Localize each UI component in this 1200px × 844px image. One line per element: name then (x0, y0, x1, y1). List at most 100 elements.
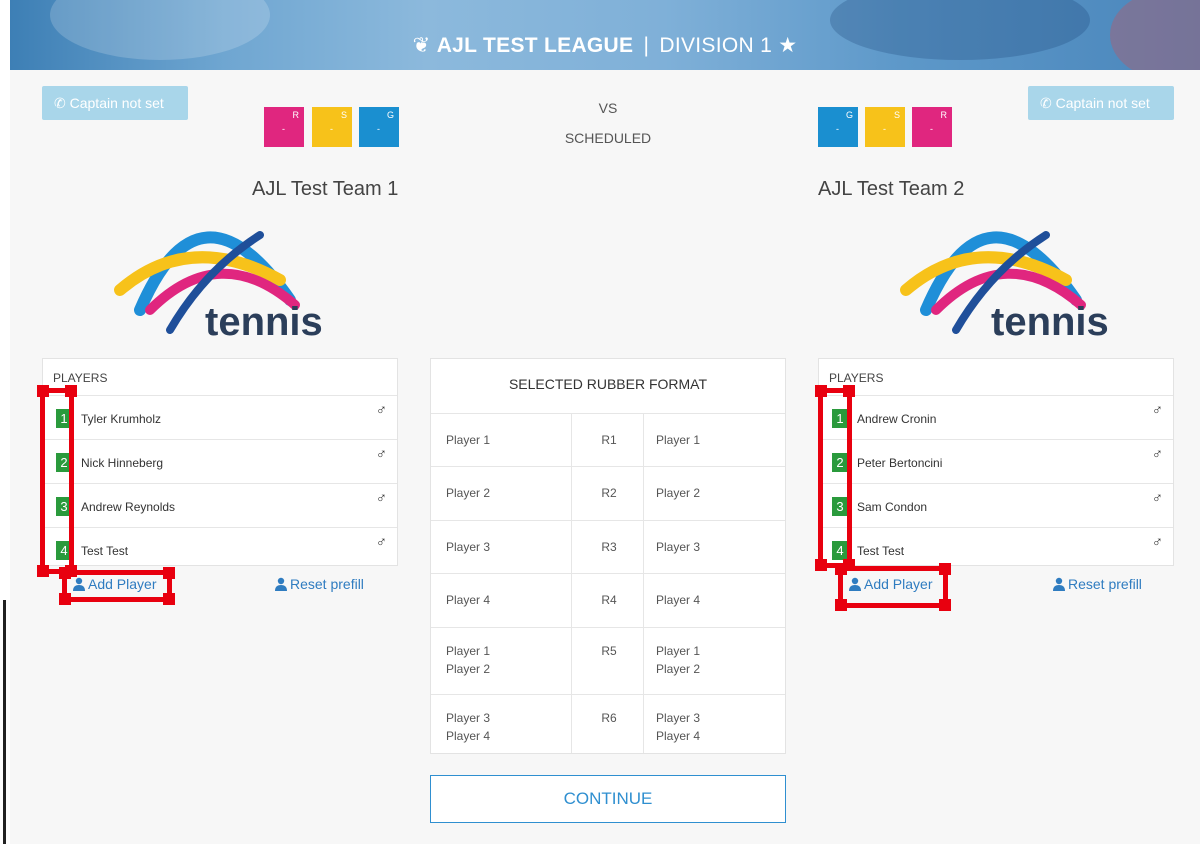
rubber-code: R5 (601, 644, 617, 658)
reset-prefill-label: Reset prefill (290, 576, 364, 592)
home-player-cell: Player 1 Player 2 (446, 644, 491, 676)
annotation-highlight (37, 385, 77, 577)
match-page: ❦ AJL TEST LEAGUE | DIVISION 1 ★ ✆ Capta… (10, 0, 1200, 844)
tennis-logo: tennis (114, 231, 323, 340)
player-row[interactable]: 3 Andrew Reynolds ♂ (43, 484, 397, 528)
league-name: AJL TEST LEAGUE (436, 34, 634, 57)
home-team-name: AJL Test Team 1 (252, 178, 399, 200)
rating-letter: R (292, 110, 300, 120)
away-player-cell: Player 1 (656, 433, 701, 447)
continue-button[interactable]: CONTINUE (430, 775, 786, 823)
rating-value: - (883, 124, 886, 134)
left-edge (0, 0, 10, 844)
rubber-row: Player 4 R4 Player 4 (431, 574, 785, 628)
player-name: Tyler Krumholz (81, 412, 162, 426)
rubber-code: R1 (601, 433, 617, 447)
phone-icon: ✆ (54, 95, 66, 111)
rating-value: - (377, 124, 380, 134)
male-icon: ♂ (1151, 402, 1163, 419)
player-row[interactable]: 2 Peter Bertoncini ♂ (819, 440, 1173, 484)
away-reset-prefill-link[interactable]: Reset prefill (1052, 576, 1142, 592)
header-banner: ❦ AJL TEST LEAGUE | DIVISION 1 ★ (10, 0, 1200, 70)
rating-value: - (330, 124, 333, 134)
male-icon: ♂ (375, 534, 387, 551)
title-separator: | (643, 34, 650, 57)
edge-bar (3, 600, 6, 844)
annotation-highlight (815, 385, 855, 571)
rating-letter: S (893, 110, 900, 120)
star-icon: ★ (778, 34, 798, 57)
players-header: PLAYERS (43, 359, 397, 396)
away-rating-s: S - (865, 107, 905, 147)
home-rating-g: G - (359, 107, 399, 147)
home-players-panel: PLAYERS 1 Tyler Krumholz ♂ 2 Nick Hinneb… (42, 358, 398, 566)
rubber-row: Player 3 R3 Player 3 (431, 521, 785, 574)
away-player-cell: Player 1 Player 2 (656, 644, 701, 676)
home-rating-r: R - (264, 107, 304, 147)
player-name: Test Test (81, 544, 129, 558)
away-player-cell: Player 3 Player 4 (656, 711, 701, 743)
male-icon: ♂ (375, 402, 387, 419)
vs-label: VS (598, 100, 618, 116)
player-name: Peter Bertoncini (857, 456, 943, 470)
player-row[interactable]: 2 Nick Hinneberg ♂ (43, 440, 397, 484)
male-icon: ♂ (375, 490, 387, 507)
home-player-cell: Player 2 (446, 486, 491, 500)
user-icon (1053, 577, 1065, 591)
away-rating-r: R - (912, 107, 952, 147)
rubber-code: R3 (601, 540, 617, 554)
rubber-row: Player 1 Player 2 R5 Player 1 Player 2 (431, 628, 785, 695)
annotation-highlight (59, 567, 175, 605)
male-icon: ♂ (1151, 534, 1163, 551)
rubber-format-table: SELECTED RUBBER FORMAT Player 1 R1 Playe… (430, 358, 786, 754)
home-player-cell: Player 4 (446, 593, 491, 607)
rating-value: - (930, 124, 933, 134)
match-status: SCHEDULED (564, 130, 652, 146)
home-player-cell: Player 3 Player 4 (446, 711, 491, 743)
player-name: Nick Hinneberg (81, 456, 164, 470)
logo-wordmark: tennis (205, 300, 323, 340)
rating-letter: G (845, 110, 853, 120)
rating-letter: G (386, 110, 394, 120)
home-player-cell: Player 1 (446, 433, 491, 447)
players-header: PLAYERS (819, 359, 1173, 396)
player-name: Test Test (857, 544, 905, 558)
rating-value: - (836, 124, 839, 134)
rubber-format-title: SELECTED RUBBER FORMAT (431, 359, 785, 414)
home-captain-button[interactable]: ✆ Captain not set (42, 86, 188, 120)
away-rating-g: G - (818, 107, 858, 147)
logo-wordmark: tennis (991, 300, 1109, 340)
player-row[interactable]: 4 Test Test ♂ (43, 528, 397, 571)
captain-label: Captain not set (69, 95, 164, 111)
away-player-cell: Player 2 (656, 486, 701, 500)
rubber-row: Player 3 Player 4 R6 Player 3 Player 4 (431, 695, 785, 759)
rubber-code: R2 (601, 486, 617, 500)
tennis-rackets-icon: ❦ (412, 34, 431, 57)
rubber-code: R4 (601, 593, 617, 607)
player-row[interactable]: 4 Test Test ♂ (819, 528, 1173, 571)
phone-icon: ✆ (1040, 95, 1052, 111)
home-player-cell: Player 3 (446, 540, 491, 554)
rubber-row: Player 1 R1 Player 1 (431, 414, 785, 467)
away-captain-button[interactable]: ✆ Captain not set (1028, 86, 1174, 120)
home-rating-s: S - (312, 107, 352, 147)
tennis-logo: tennis (900, 231, 1109, 340)
player-row[interactable]: 1 Andrew Cronin ♂ (819, 396, 1173, 440)
rubber-code: R6 (601, 711, 617, 725)
reset-prefill-label: Reset prefill (1068, 576, 1142, 592)
rating-letter: S (340, 110, 347, 120)
male-icon: ♂ (1151, 446, 1163, 463)
rating-letter: R (940, 110, 948, 120)
rating-value: - (282, 124, 285, 134)
rubber-row: Player 2 R2 Player 2 (431, 467, 785, 521)
player-row[interactable]: 1 Tyler Krumholz ♂ (43, 396, 397, 440)
away-player-cell: Player 4 (656, 593, 701, 607)
page-title: ❦ AJL TEST LEAGUE | DIVISION 1 ★ (10, 33, 1200, 58)
captain-label: Captain not set (1055, 95, 1150, 111)
player-name: Andrew Reynolds (81, 500, 176, 514)
player-row[interactable]: 3 Sam Condon ♂ (819, 484, 1173, 528)
division-name: DIVISION 1 (659, 34, 773, 57)
player-name: Andrew Cronin (857, 412, 937, 426)
user-icon (275, 577, 287, 591)
home-reset-prefill-link[interactable]: Reset prefill (274, 576, 364, 592)
